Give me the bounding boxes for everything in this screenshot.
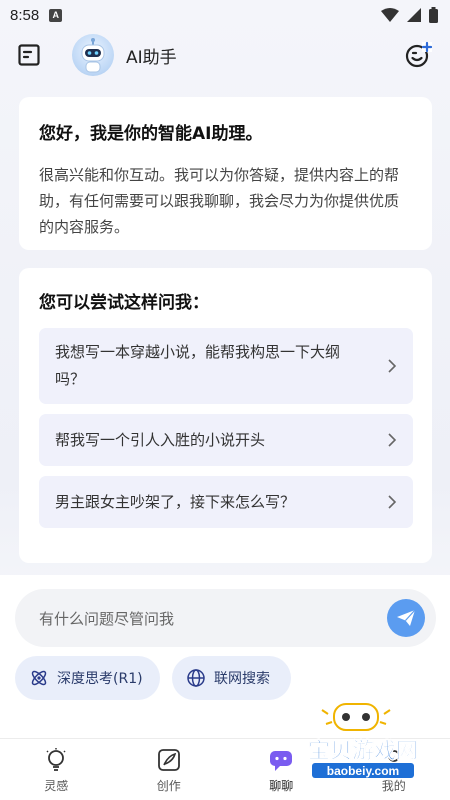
deep-think-toggle[interactable]: 深度思考(R1) [15, 656, 160, 700]
suggestion-item[interactable]: 男主跟女主吵架了，接下来怎么写？ [39, 476, 413, 528]
deep-think-label: 深度思考(R1) [57, 671, 143, 687]
new-chat-icon [405, 41, 432, 68]
atom-icon [31, 670, 47, 686]
suggestion-text: 男主跟女主吵架了，接下来怎么写？ [55, 492, 296, 511]
sidebar-menu-icon [18, 44, 40, 66]
suggestion-text: 帮我写一个引人入胜的小说开头 [55, 430, 266, 449]
welcome-card: 您好，我是你的智能AI助理。 很高兴能和你互动。我可以为你答疑，提供内容上的帮助… [19, 97, 432, 250]
chevron-right-icon [388, 495, 397, 509]
lightbulb-icon [46, 748, 66, 771]
quill-icon [157, 749, 180, 771]
send-button[interactable] [387, 599, 425, 637]
suggestion-text: 我想写一本穿越小说，能帮我构思一下大纲吗？ [55, 343, 341, 388]
chevron-right-icon [388, 433, 397, 447]
tab-create[interactable]: 创作 [113, 739, 226, 800]
status-bar: 8:58 A [0, 0, 450, 30]
history-menu-button[interactable] [16, 42, 42, 68]
suggestions-card: 您可以尝试这样问我： 我想写一本穿越小说，能帮我构思一下大纲吗？ 帮我写一个引人… [19, 268, 432, 563]
signal-icon [407, 8, 421, 22]
welcome-body: 很高兴能和你互动。我可以为你答疑，提供内容上的帮助，有任何需要可以跟我聊聊，我会… [39, 166, 400, 236]
suggestion-item[interactable]: 帮我写一个引人入胜的小说开头 [39, 414, 413, 466]
page-title: AI助手 [126, 47, 177, 68]
paper-plane-icon [397, 609, 416, 626]
watermark-url: baobeiy.com [327, 764, 399, 778]
status-icons [381, 7, 438, 23]
tab-label: 创作 [156, 779, 181, 793]
web-search-toggle[interactable]: 联网搜索 [172, 656, 291, 700]
new-chat-button[interactable] [402, 39, 434, 71]
web-search-label: 联网搜索 [214, 671, 270, 687]
message-input[interactable]: 有什么问题尽管问我 [15, 589, 436, 647]
notification-a-icon: A [49, 8, 63, 22]
chevron-right-icon [388, 359, 397, 373]
robot-icon [81, 38, 105, 73]
suggestion-item[interactable]: 我想写一本穿越小说，能帮我构思一下大纲吗？ [39, 328, 413, 404]
welcome-heading: 您好，我是你的智能AI助理。 [39, 124, 263, 144]
battery-icon [429, 7, 438, 23]
app-header: AI助手 [0, 30, 450, 80]
watermark-brand: 宝贝游戏网 [308, 738, 418, 764]
suggestions-heading: 您可以尝试这样问我： [39, 293, 209, 313]
globe-icon [187, 669, 205, 687]
assistant-avatar [72, 34, 114, 76]
watermark-logo: 宝贝游戏网 baobeiy.com [308, 703, 418, 778]
tab-inspiration[interactable]: 灵感 [0, 739, 113, 800]
wifi-icon [381, 8, 399, 22]
status-time: 8:58 [10, 6, 40, 24]
tab-label: 灵感 [44, 779, 69, 793]
input-placeholder: 有什么问题尽管问我 [39, 609, 175, 628]
